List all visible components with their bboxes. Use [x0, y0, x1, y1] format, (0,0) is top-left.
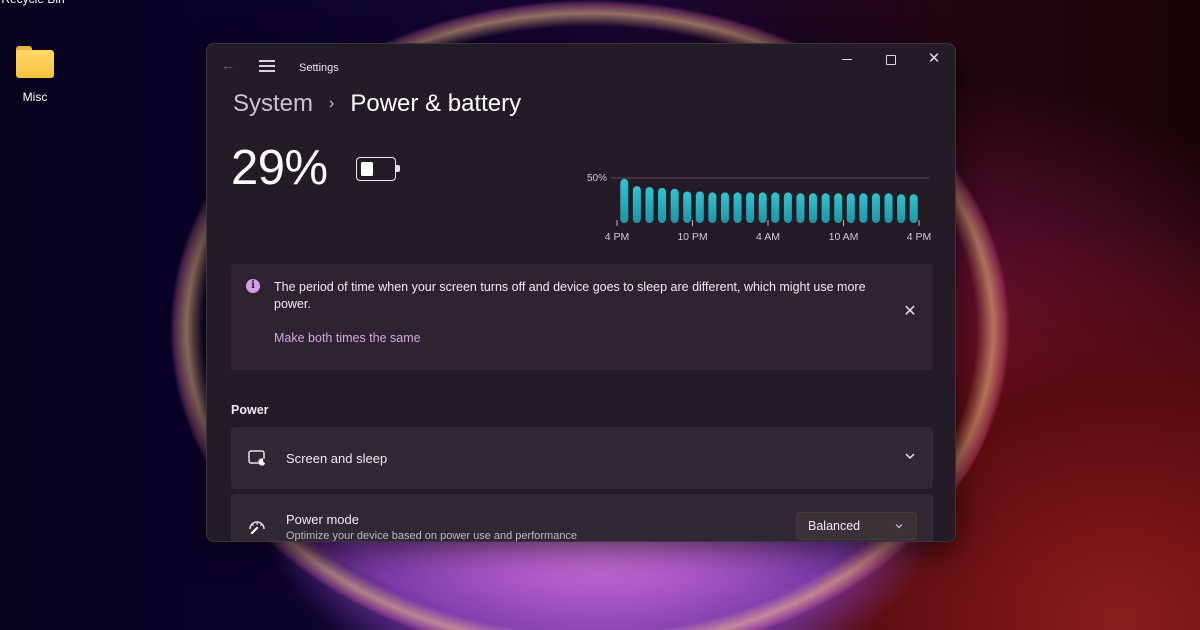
chart-x-tick-label: 4 PM — [605, 231, 630, 243]
info-icon: i — [246, 279, 260, 293]
breadcrumb: System › Power & battery — [233, 90, 521, 118]
chart-bar[interactable] — [871, 193, 880, 223]
close-icon: ✕ — [903, 303, 917, 320]
power-mode-dropdown[interactable]: Balanced — [796, 512, 917, 540]
chart-bar[interactable] — [720, 192, 729, 223]
battery-icon — [356, 157, 400, 181]
chevron-down-icon[interactable] — [903, 449, 917, 463]
dismiss-notification-button[interactable]: ✕ — [903, 303, 917, 320]
chart-x-tick-label: 4 AM — [756, 231, 780, 243]
chart-bar[interactable] — [683, 191, 692, 224]
make-times-same-link[interactable]: Make both times the same — [274, 331, 421, 345]
folder-icon — [15, 46, 55, 78]
battery-level-fill — [361, 162, 373, 176]
desktop-icon-recycle-bin[interactable]: Recycle Bin — [0, 0, 68, 6]
page-title: Power & battery — [350, 90, 522, 117]
maximize-button[interactable] — [869, 50, 913, 78]
power-mode-description: Optimize your device based on power use … — [286, 530, 578, 542]
chart-bar[interactable] — [783, 192, 792, 223]
chart-bar[interactable] — [796, 193, 805, 223]
chart-bar[interactable] — [658, 187, 667, 223]
desktop-icon-misc[interactable]: Misc — [0, 46, 70, 104]
app-title: Settings — [299, 62, 339, 74]
chart-bar[interactable] — [884, 193, 893, 223]
chart-bar[interactable] — [897, 194, 906, 223]
chart-bar[interactable] — [670, 188, 679, 223]
chart-bar[interactable] — [809, 193, 818, 223]
battery-level-chart[interactable]: 50% 4 PM 10 PM 4 AM 10 AM 4 PM — [567, 159, 937, 249]
chart-bar[interactable] — [746, 192, 755, 223]
power-mode-label: Power mode — [286, 512, 359, 527]
chevron-down-icon — [895, 524, 903, 529]
power-mode-card: Power mode Optimize your device based on… — [231, 494, 933, 542]
close-button[interactable]: ✕ — [912, 50, 955, 78]
screen-sleep-icon — [248, 450, 266, 466]
chart-bar[interactable] — [758, 192, 767, 223]
chart-bar[interactable] — [859, 193, 868, 223]
chart-bar[interactable] — [632, 186, 641, 223]
settings-window: ← Settings ✕ System › Power & battery 29% … — [206, 43, 956, 542]
chart-bar[interactable] — [834, 193, 843, 223]
power-mode-gauge-icon — [249, 521, 265, 535]
desktop-icon-label: Recycle Bin — [1, 0, 64, 6]
chart-bar[interactable] — [708, 192, 717, 223]
chart-y-label: 50% — [587, 173, 607, 184]
minimize-button[interactable] — [825, 50, 869, 78]
chart-bar[interactable] — [620, 178, 629, 223]
power-mode-selected-value: Balanced — [808, 519, 861, 533]
chart-bar[interactable] — [909, 194, 918, 223]
back-button[interactable]: ← — [221, 58, 239, 72]
chart-x-tick-label: 10 PM — [677, 231, 707, 243]
info-notification: i The period of time when your screen tu… — [231, 264, 933, 370]
battery-percentage: 29% — [231, 141, 328, 195]
chart-x-tick-label: 4 PM — [907, 231, 932, 243]
screen-and-sleep-label: Screen and sleep — [286, 451, 388, 466]
close-icon: ✕ — [927, 50, 941, 67]
chart-bar[interactable] — [821, 193, 830, 223]
chart-bar[interactable] — [733, 192, 742, 223]
chart-bar[interactable] — [771, 192, 780, 223]
back-arrow-icon: ← — [221, 57, 235, 73]
chart-x-tick-label: 10 AM — [829, 231, 859, 243]
desktop-icon-label: Misc — [22, 90, 48, 104]
notification-message: The period of time when your screen turn… — [274, 280, 866, 311]
battery-chart-svg: 50% 4 PM 10 PM 4 AM 10 AM 4 PM — [587, 173, 932, 243]
chart-bar[interactable] — [645, 187, 654, 223]
chart-bar[interactable] — [695, 191, 704, 224]
chart-bar[interactable] — [846, 193, 855, 223]
hamburger-menu-icon[interactable] — [259, 60, 275, 72]
breadcrumb-chevron-icon: › — [329, 95, 335, 112]
title-bar[interactable]: ← Settings ✕ — [207, 44, 955, 84]
screen-and-sleep-card[interactable]: Screen and sleep — [231, 427, 933, 489]
section-title-power: Power — [231, 403, 269, 417]
breadcrumb-parent-system[interactable]: System — [233, 90, 313, 117]
